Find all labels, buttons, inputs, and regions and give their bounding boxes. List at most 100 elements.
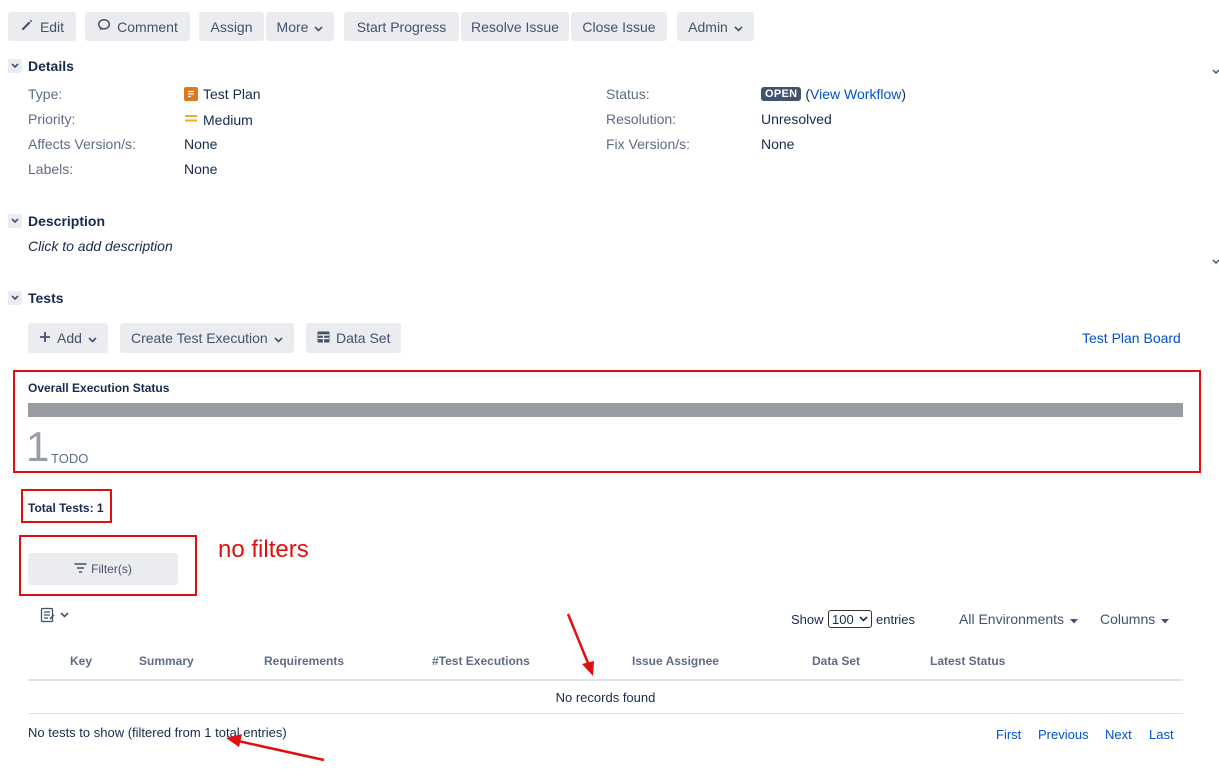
overall-progress-bar[interactable] [28, 403, 1183, 417]
admin-label: Admin [688, 18, 728, 35]
assign-label: Assign [210, 18, 253, 35]
admin-dropdown[interactable]: Admin [677, 12, 754, 41]
collapse-chevron-icon[interactable] [1212, 252, 1219, 268]
table-icon [317, 330, 330, 346]
columns-label: Columns [1100, 611, 1156, 627]
close-issue-label: Close Issue [582, 18, 656, 35]
details-heading: Details [28, 58, 74, 74]
priority-medium-icon [184, 111, 198, 128]
add-label: Add [57, 330, 82, 346]
entries-select[interactable]: 100 [828, 610, 872, 628]
tests-toggle-icon[interactable] [8, 291, 22, 305]
comment-icon [97, 18, 111, 35]
annotation-arrow-icon [566, 613, 594, 676]
priority-text: Medium [203, 111, 253, 128]
collapse-chevron-icon[interactable] [1212, 62, 1219, 78]
pencil-icon [20, 18, 34, 35]
resolve-issue-label: Resolve Issue [471, 18, 559, 35]
test-plan-board-link[interactable]: Test Plan Board [1082, 330, 1181, 346]
chevron-down-icon [274, 330, 283, 346]
overall-execution-status-title: Overall Execution Status [28, 381, 170, 395]
chevron-down-icon [734, 19, 743, 35]
start-progress-button[interactable]: Start Progress [344, 12, 459, 41]
priority-label: Priority: [28, 111, 76, 127]
add-dropdown[interactable]: Add [28, 323, 108, 353]
column-header-key[interactable]: Key [70, 654, 92, 668]
chevron-down-icon [859, 616, 868, 622]
workflow-paren-close: ) [901, 86, 907, 102]
tests-heading: Tests [28, 290, 64, 306]
close-issue-button[interactable]: Close Issue [571, 12, 667, 41]
column-export-icon[interactable] [40, 607, 69, 623]
affects-version-value: None [184, 136, 218, 152]
comment-button[interactable]: Comment [85, 12, 190, 41]
affects-version-label: Affects Version/s: [28, 136, 136, 152]
chevron-down-icon [314, 19, 324, 35]
column-header-requirements[interactable]: Requirements [264, 654, 344, 668]
table-header-divider [28, 679, 1183, 681]
fix-version-label: Fix Version/s: [606, 136, 691, 152]
all-environments-dropdown[interactable]: All Environments [959, 611, 1079, 627]
details-toggle-icon[interactable] [8, 59, 22, 73]
description-heading: Description [28, 213, 106, 229]
annotation-arrow-icon [226, 734, 325, 762]
pagination-next[interactable]: Next [1105, 727, 1132, 742]
chevron-down-icon [60, 612, 69, 618]
description-toggle-icon[interactable] [8, 214, 22, 228]
filter-icon [74, 562, 87, 576]
column-header-latest-status[interactable]: Latest Status [930, 654, 1005, 668]
priority-value: Medium [184, 111, 253, 128]
data-set-button[interactable]: Data Set [306, 323, 402, 353]
edit-label: Edit [39, 18, 65, 35]
fix-version-value: None [761, 136, 795, 152]
status-label: Status: [606, 86, 650, 102]
start-progress-label: Start Progress [356, 18, 447, 35]
column-header-issue-assignee[interactable]: Issue Assignee [632, 654, 719, 668]
resolve-issue-button[interactable]: Resolve Issue [461, 12, 569, 41]
labels-value[interactable]: None [184, 161, 217, 177]
comment-label: Comment [117, 18, 178, 35]
column-header-summary[interactable]: Summary [139, 654, 194, 668]
annotation-text-no-filters: no filters [218, 536, 309, 563]
filters-button[interactable]: Filter(s) [28, 553, 178, 585]
more-dropdown[interactable]: More [266, 12, 334, 41]
pagination-last[interactable]: Last [1149, 727, 1174, 742]
assign-button[interactable]: Assign [199, 12, 264, 41]
column-header-data-set[interactable]: Data Set [812, 654, 860, 668]
empty-table-message: No records found [555, 690, 656, 705]
labels-label: Labels: [28, 161, 74, 177]
create-test-execution-label: Create Test Execution [131, 330, 268, 346]
edit-button[interactable]: Edit [8, 12, 76, 41]
total-tests-label: Total Tests: 1 [28, 501, 104, 515]
filters-label: Filter(s) [91, 562, 132, 576]
annotation-box-overall-status [13, 370, 1201, 473]
column-header-test-executions[interactable]: #Test Executions [432, 654, 530, 668]
status-badge[interactable]: OPEN [761, 87, 802, 101]
entries-label: entries [876, 612, 916, 627]
type-text: Test Plan [203, 86, 261, 102]
table-bottom-divider [28, 713, 1183, 714]
all-environments-label: All Environments [959, 611, 1065, 627]
plus-icon [39, 330, 51, 346]
resolution-label: Resolution: [606, 111, 677, 127]
show-entries-label: Show [791, 612, 824, 627]
view-workflow-link[interactable]: View Workflow [810, 86, 901, 102]
caret-down-icon [1070, 611, 1079, 627]
todo-count: 1 [26, 423, 50, 470]
todo-status-label: TODO [51, 451, 89, 466]
chevron-down-icon [88, 330, 97, 346]
data-set-label: Data Set [336, 330, 391, 346]
type-value: Test Plan [184, 86, 261, 102]
description-placeholder[interactable]: Click to add description [28, 238, 173, 254]
resolution-value: Unresolved [761, 111, 832, 127]
caret-down-icon [1161, 611, 1170, 627]
type-label: Type: [28, 86, 63, 102]
columns-dropdown[interactable]: Columns [1100, 611, 1170, 627]
more-label: More [276, 18, 309, 35]
entries-select-value: 100 [832, 611, 854, 627]
create-test-execution-dropdown[interactable]: Create Test Execution [120, 323, 294, 353]
pagination-first[interactable]: First [996, 727, 1021, 742]
test-plan-icon [184, 87, 198, 101]
pagination-previous[interactable]: Previous [1038, 727, 1089, 742]
status-value: OPEN ( View Workflow ) [761, 86, 906, 102]
